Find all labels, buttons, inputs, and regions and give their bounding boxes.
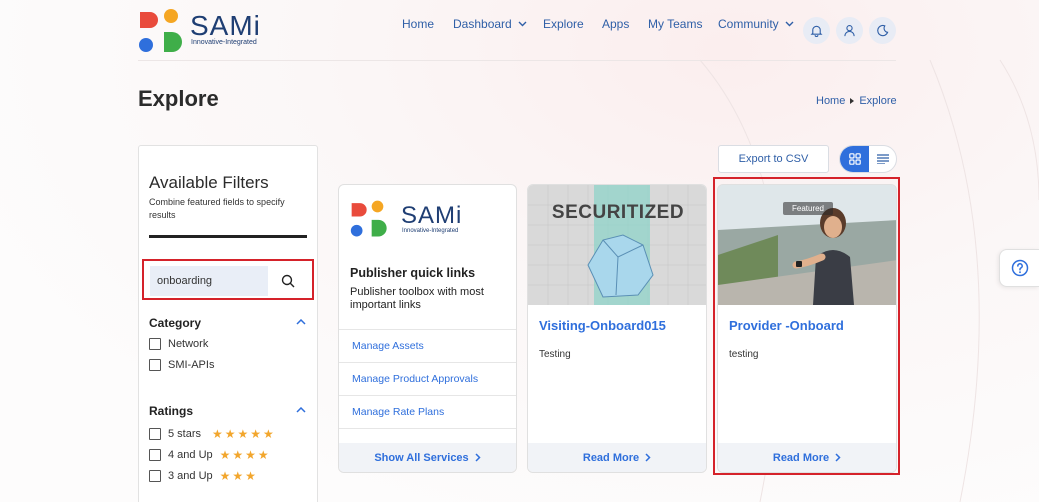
card-highlight-box	[713, 177, 900, 475]
breadcrumb-current[interactable]: Explore	[859, 95, 896, 107]
profile-button[interactable]	[836, 17, 863, 44]
nav-dashboard-label: Dashboard	[453, 17, 512, 31]
thumbnail-label: SECURITIZED	[552, 202, 684, 223]
star-rating-icon: ★★★★★	[212, 427, 276, 441]
nav-community[interactable]: Community	[718, 17, 794, 31]
read-more-label: Read More	[582, 451, 640, 464]
nav-apps[interactable]: Apps	[602, 17, 629, 31]
category-option-label: SMI-APIs	[168, 359, 215, 371]
chevron-up-icon[interactable]	[296, 407, 306, 413]
nav-dashboard[interactable]: Dashboard	[453, 17, 527, 31]
filters-subtitle: Combine featured fields to specify resul…	[149, 197, 285, 220]
breadcrumb-separator-icon	[850, 98, 855, 104]
export-csv-button[interactable]: Export to CSV	[718, 145, 829, 173]
checkbox[interactable]	[149, 470, 161, 482]
breadcrumb-home[interactable]: Home	[816, 95, 845, 107]
filters-divider	[149, 235, 307, 238]
show-all-services-button[interactable]: Show All Services	[339, 443, 516, 472]
rating-option-label: 5 stars	[168, 428, 202, 440]
bell-icon	[810, 25, 823, 37]
chevron-down-icon	[518, 21, 527, 27]
service-thumbnail-image: SECURITIZED	[528, 185, 706, 305]
quick-links-title: Publisher quick links	[350, 266, 476, 280]
category-title: Category	[149, 316, 202, 330]
checkbox[interactable]	[149, 359, 161, 371]
nav-explore-label: Explore	[543, 17, 584, 31]
list-view-button[interactable]	[869, 146, 897, 172]
star-rating-icon: ★★★	[219, 469, 258, 483]
chevron-right-icon	[645, 453, 651, 462]
manage-assets-link[interactable]: Manage Assets	[339, 329, 516, 362]
quick-links-subtitle: Publisher toolbox with most important li…	[350, 286, 484, 311]
nav-community-label: Community	[718, 17, 779, 31]
manage-product-approvals-link[interactable]: Manage Product Approvals	[339, 362, 516, 395]
card-brand-name: SAMi	[401, 202, 463, 229]
grid-view-button[interactable]	[840, 146, 869, 172]
card-description: Testing	[539, 349, 571, 360]
breadcrumb: Home Explore	[816, 95, 897, 107]
search-highlight-box	[142, 259, 314, 300]
publisher-quick-links-card: SAMi Innovative-Integrated Publisher qui…	[338, 184, 517, 473]
sami-logo-mark-icon	[350, 200, 387, 237]
notifications-button[interactable]	[803, 17, 830, 44]
filters-panel: Available Filters Combine featured field…	[138, 145, 318, 502]
quick-links-spacer	[339, 428, 516, 444]
checkbox[interactable]	[149, 449, 161, 461]
checkbox[interactable]	[149, 428, 161, 440]
rating-option-5[interactable]: 5 stars ★★★★★	[149, 427, 276, 441]
chevron-down-icon	[785, 21, 794, 27]
page-title: Explore	[138, 86, 219, 111]
chevron-right-icon	[475, 453, 481, 462]
nav-home-label: Home	[402, 17, 435, 31]
nav-my-teams-label: My Teams	[648, 17, 703, 31]
category-option-label: Network	[168, 338, 209, 350]
service-card-visiting-onboard015[interactable]: SECURITIZED Visiting-Onboard015 Testing …	[527, 184, 707, 473]
nav-explore[interactable]: Explore	[543, 17, 584, 31]
theme-toggle-button[interactable]	[869, 17, 896, 44]
header-divider	[138, 60, 896, 61]
moon-icon	[877, 24, 889, 37]
filters-title: Available Filters	[149, 173, 269, 192]
grid-icon	[848, 153, 861, 165]
view-toggle	[839, 145, 897, 173]
user-icon	[844, 25, 855, 37]
category-option-smi-apis[interactable]: SMI-APIs	[149, 359, 214, 371]
chevron-up-icon[interactable]	[296, 319, 306, 325]
help-circle-icon	[1011, 259, 1028, 277]
rating-option-3[interactable]: 3 and Up ★★★	[149, 469, 258, 483]
card-title[interactable]: Visiting-Onboard015	[539, 318, 666, 333]
brand-tagline: Innovative-Integrated	[191, 39, 257, 46]
brand-name: SAMi	[190, 10, 261, 41]
star-rating-icon: ★★★★	[219, 448, 271, 462]
help-button[interactable]	[999, 249, 1039, 287]
manage-rate-plans-link[interactable]: Manage Rate Plans	[339, 395, 516, 428]
sami-logo-mark-icon	[139, 9, 182, 52]
read-more-button[interactable]: Read More	[528, 443, 706, 472]
category-option-network[interactable]: Network	[149, 338, 208, 350]
checkbox[interactable]	[149, 338, 161, 350]
list-icon	[877, 154, 889, 164]
ratings-title: Ratings	[149, 404, 194, 418]
brand-logo[interactable]: SAMi Innovative-Integrated	[138, 8, 278, 54]
nav-apps-label: Apps	[602, 17, 630, 31]
show-all-services-label: Show All Services	[374, 451, 469, 464]
rating-option-label: 3 and Up	[168, 470, 213, 482]
nav-my-teams[interactable]: My Teams	[648, 17, 702, 31]
rating-option-4[interactable]: 4 and Up ★★★★	[149, 448, 271, 462]
rating-option-label: 4 and Up	[168, 449, 213, 461]
nav-home[interactable]: Home	[402, 17, 434, 31]
card-brand-tagline: Innovative-Integrated	[402, 228, 459, 234]
